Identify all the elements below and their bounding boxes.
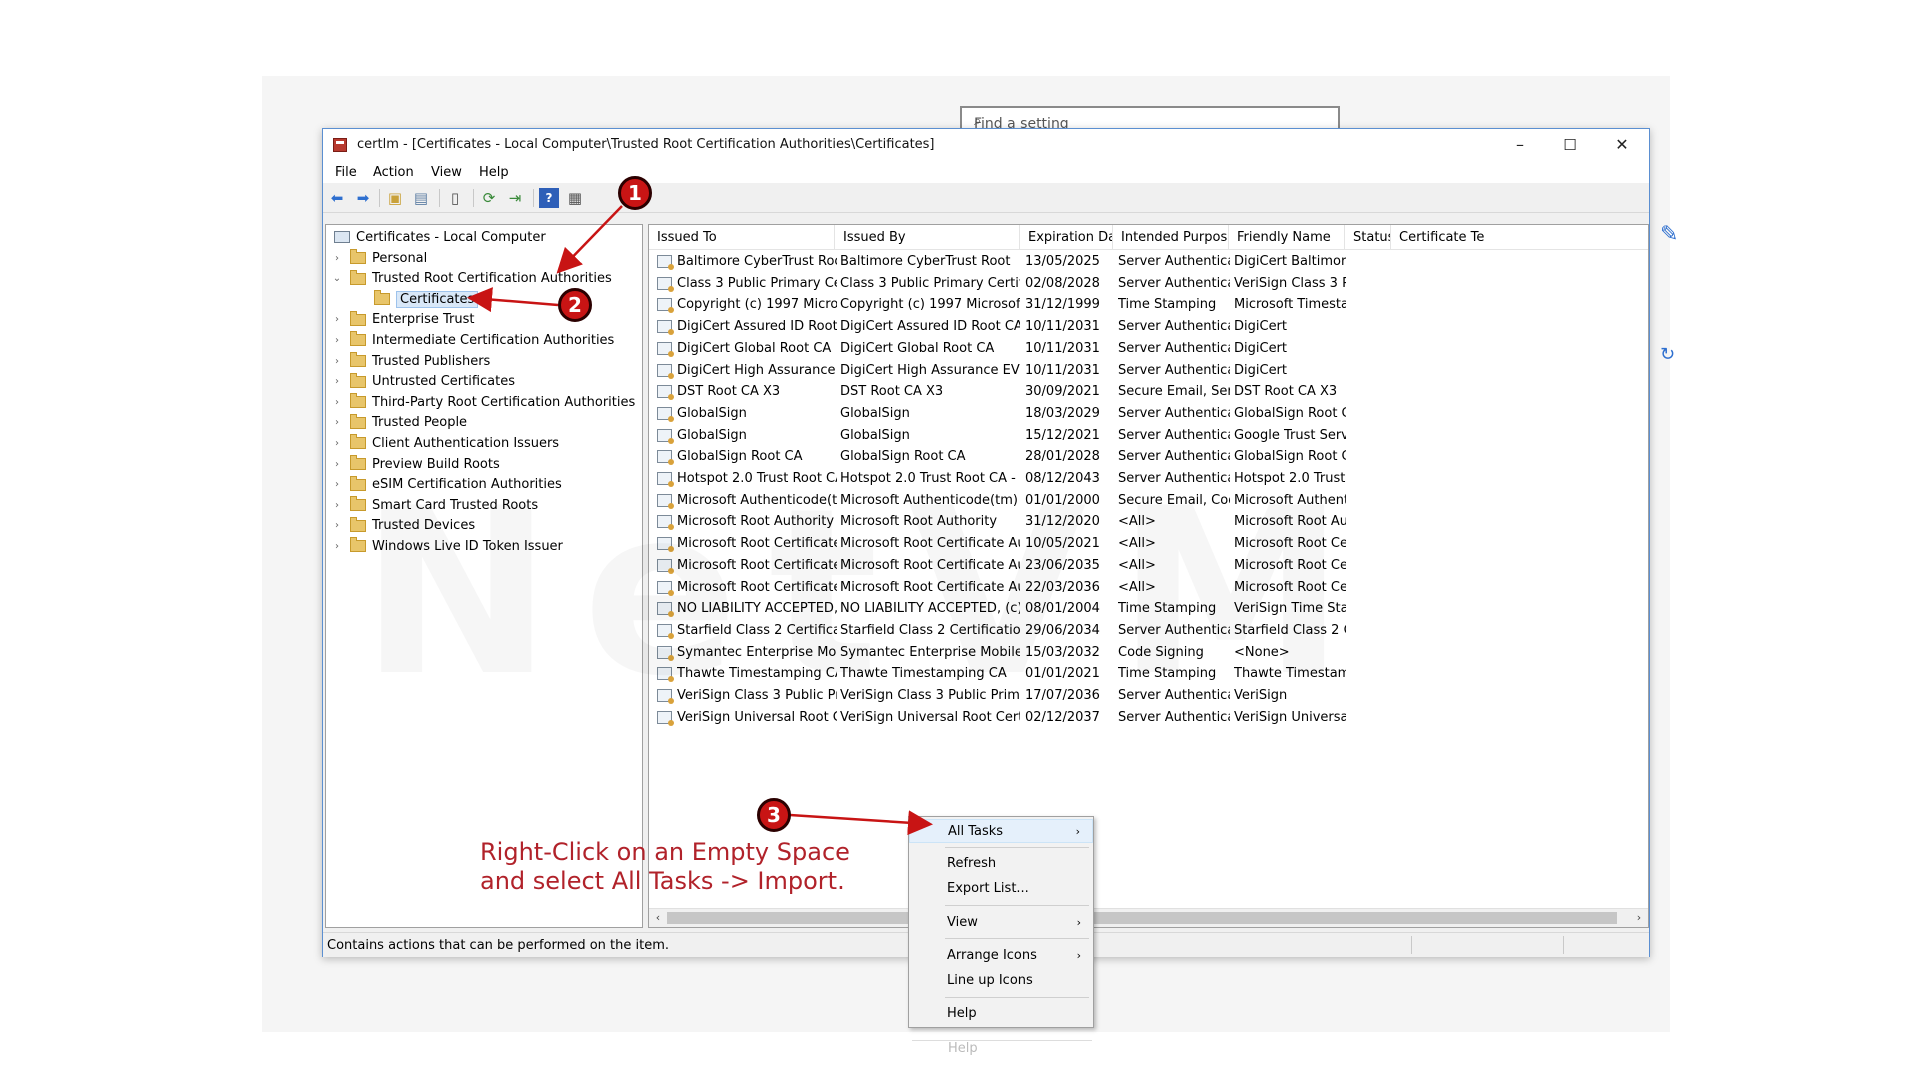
instruction-text: Right-Click on an Empty Space and select… bbox=[480, 838, 850, 896]
arrow-3 bbox=[789, 810, 933, 836]
callout-2: 2 bbox=[558, 288, 592, 322]
annotation-arrows bbox=[467, 205, 933, 836]
callout-1: 1 bbox=[618, 176, 652, 210]
callout-3: 3 bbox=[757, 798, 791, 832]
instruction-line-1: Right-Click on an Empty Space bbox=[480, 838, 850, 866]
instruction-line-2: and select All Tasks -> Import. bbox=[480, 867, 845, 895]
arrow-1 bbox=[556, 205, 623, 274]
arrow-2 bbox=[467, 287, 559, 313]
